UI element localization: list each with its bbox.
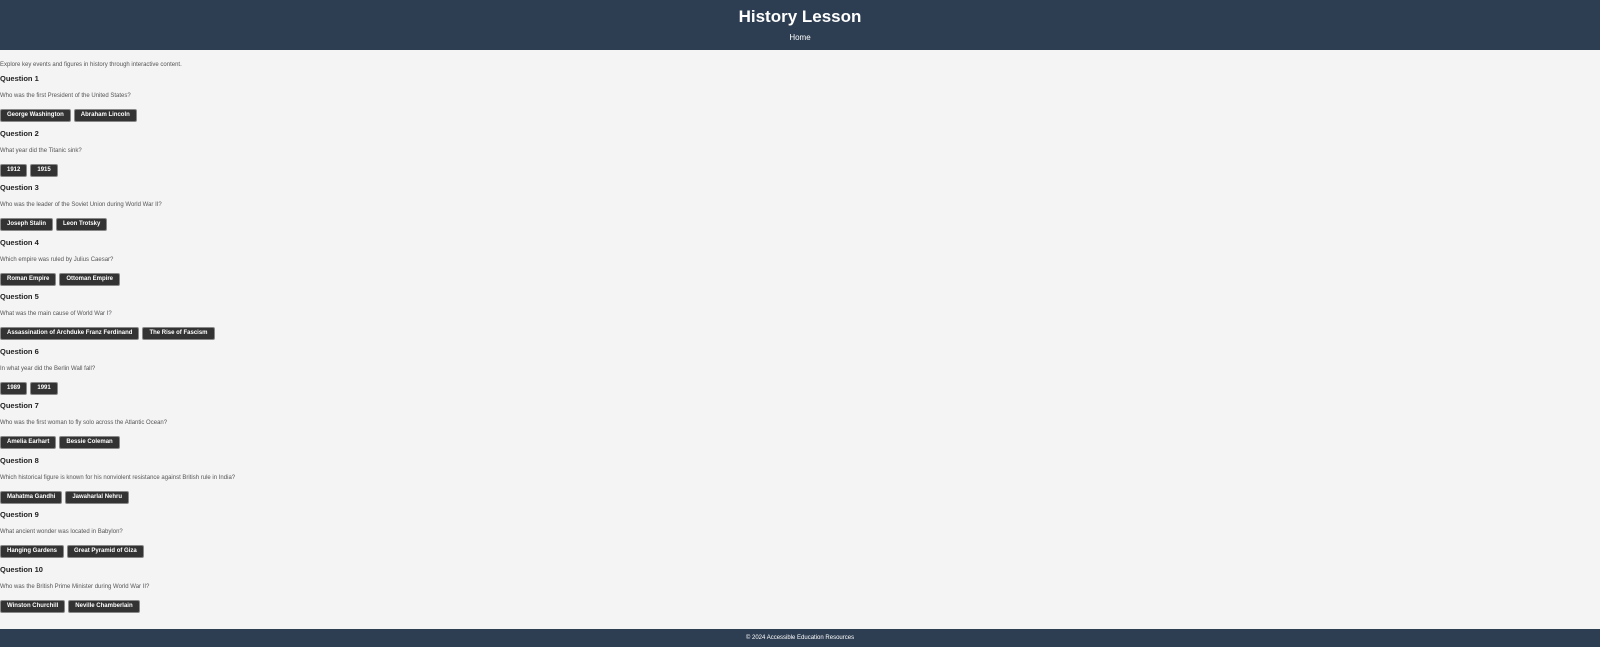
copyright-text: © 2024 Accessible Education Resources bbox=[745, 635, 855, 641]
question-7: Question 7 Who was the first woman to fl… bbox=[0, 397, 1600, 452]
answer-button[interactable]: Great Pyramid of Giza bbox=[67, 545, 144, 558]
answer-group: Mahatma Gandhi Jawaharlal Nehru bbox=[0, 490, 1600, 504]
question-text: Who was the British Prime Minister durin… bbox=[0, 583, 150, 590]
answer-group: Roman Empire Ottoman Empire bbox=[0, 272, 1600, 286]
question-title: Question 2 bbox=[0, 128, 39, 138]
question-text: Who was the leader of the Soviet Union d… bbox=[0, 202, 162, 208]
question-title: Question 5 bbox=[0, 292, 39, 301]
question-title: Question 3 bbox=[0, 183, 39, 192]
question-text: What year did the Titanic sink? bbox=[0, 147, 82, 154]
nav-home-link[interactable]: Home bbox=[0, 33, 1600, 43]
answer-button[interactable]: Assassination of Archduke Franz Ferdinan… bbox=[0, 327, 140, 340]
answer-button[interactable]: 1989 bbox=[0, 381, 28, 395]
answer-button[interactable]: Ottoman Empire bbox=[59, 272, 121, 286]
question-title: Question 8 bbox=[0, 455, 39, 465]
answer-group: 1989 1991 bbox=[0, 381, 1600, 395]
question-5: Question 5 What was the main cause of Wo… bbox=[0, 288, 1600, 343]
question-text: Who was the first woman to fly solo acro… bbox=[0, 420, 168, 426]
question-10: Question 10 Who was the British Prime Mi… bbox=[0, 561, 1600, 616]
answer-button[interactable]: The Rise of Fascism bbox=[142, 327, 215, 340]
question-title: Question 6 bbox=[0, 346, 39, 356]
answer-button[interactable]: Neville Chamberlain bbox=[68, 599, 140, 613]
question-text: Which historical figure is known for his… bbox=[0, 474, 236, 481]
answer-group: Winston Churchill Neville Chamberlain bbox=[0, 599, 1600, 613]
page-title: History Lesson bbox=[738, 7, 862, 26]
page-header: History Lesson Home bbox=[0, 0, 1600, 50]
answer-button[interactable]: Joseph Stalin bbox=[0, 218, 54, 231]
question-title: Question 4 bbox=[0, 237, 39, 247]
question-title: Question 9 bbox=[0, 510, 39, 519]
answer-button[interactable]: George Washington bbox=[0, 109, 71, 122]
answer-group: 1912 1915 bbox=[0, 163, 1600, 177]
question-text: What ancient wonder was located in Babyl… bbox=[0, 529, 123, 535]
question-title: Question 1 bbox=[0, 74, 39, 83]
question-text: Which empire was ruled by Julius Caesar? bbox=[0, 256, 114, 263]
question-text: Who was the first President of the Unite… bbox=[0, 93, 131, 99]
answer-button[interactable]: 1915 bbox=[30, 163, 58, 177]
answer-button[interactable]: Winston Churchill bbox=[0, 599, 66, 613]
question-text: In what year did the Berlin Wall fall? bbox=[0, 365, 96, 372]
answer-button[interactable]: Hanging Gardens bbox=[0, 545, 65, 558]
answer-group: George Washington Abraham Lincoln bbox=[0, 109, 1600, 122]
answer-button[interactable]: Abraham Lincoln bbox=[73, 109, 137, 122]
page-footer: © 2024 Accessible Education Resources bbox=[0, 629, 1600, 647]
question-9: Question 9 What ancient wonder was locat… bbox=[0, 506, 1600, 561]
answer-button[interactable]: 1912 bbox=[0, 163, 28, 177]
lesson-content: Explore key events and figures in histor… bbox=[0, 39, 1600, 615]
answer-button[interactable]: Roman Empire bbox=[0, 272, 57, 286]
answer-button[interactable]: 1991 bbox=[30, 381, 58, 395]
question-1: Question 1 Who was the first President o… bbox=[0, 70, 1600, 125]
answer-group: Assassination of Archduke Franz Ferdinan… bbox=[0, 327, 1600, 340]
question-2: Question 2 What year did the Titanic sin… bbox=[0, 125, 1600, 180]
answer-button[interactable]: Leon Trotsky bbox=[56, 218, 108, 231]
answer-group: Joseph Stalin Leon Trotsky bbox=[0, 218, 1600, 231]
question-4: Question 4 Which empire was ruled by Jul… bbox=[0, 234, 1600, 289]
answer-button[interactable]: Amelia Earhart bbox=[0, 436, 57, 449]
answer-button[interactable]: Bessie Coleman bbox=[59, 436, 120, 449]
question-title: Question 10 bbox=[0, 564, 43, 574]
answer-group: Hanging Gardens Great Pyramid of Giza bbox=[0, 545, 1600, 558]
question-3: Question 3 Who was the leader of the Sov… bbox=[0, 179, 1600, 234]
answer-button[interactable]: Jawaharlal Nehru bbox=[65, 490, 130, 504]
answer-button[interactable]: Mahatma Gandhi bbox=[0, 490, 63, 504]
question-title: Question 7 bbox=[0, 401, 39, 410]
intro-text: Explore key events and figures in histor… bbox=[0, 62, 182, 68]
answer-group: Amelia Earhart Bessie Coleman bbox=[0, 436, 1600, 449]
question-text: What was the main cause of World War I? bbox=[0, 311, 112, 317]
question-6: Question 6 In what year did the Berlin W… bbox=[0, 343, 1600, 398]
question-8: Question 8 Which historical figure is kn… bbox=[0, 452, 1600, 507]
